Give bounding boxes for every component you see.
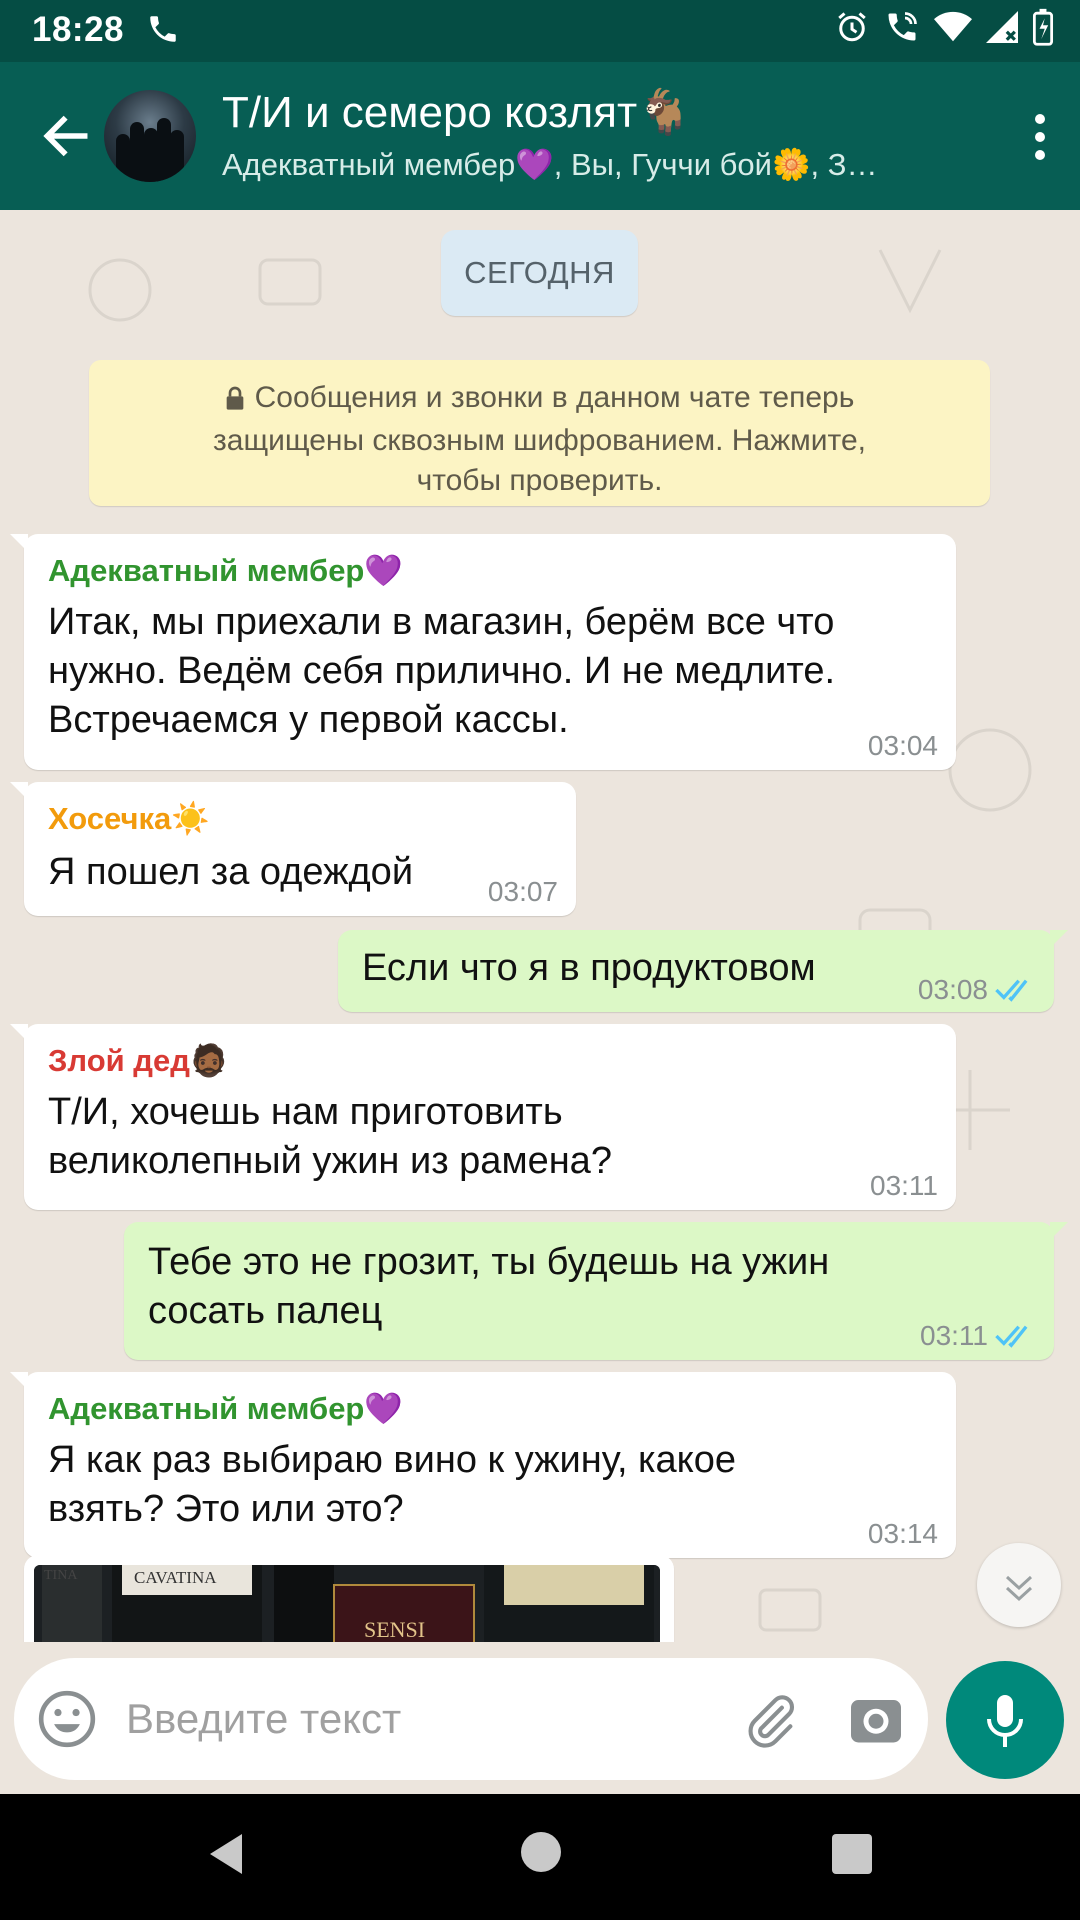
nav-home-icon[interactable] <box>521 1832 561 1872</box>
chat-participants[interactable]: Адекватный мембер💜, Вы, Гуччи бой🌼, З… <box>222 146 942 183</box>
message-text: Если что я в продуктовом <box>362 947 816 989</box>
read-ticks-icon <box>994 977 1036 1010</box>
nav-back-icon[interactable] <box>206 1832 246 1881</box>
incoming-message[interactable]: Хосечка☀️ Я пошел за одеждой 03:07 <box>10 782 576 916</box>
message-sender[interactable]: Хосечка☀️ <box>48 800 210 837</box>
message-text: Тебе это не грозит, ты будешь на ужин со… <box>148 1241 830 1332</box>
message-sender[interactable]: Адекватный мембер💜 <box>48 1390 403 1427</box>
encryption-notice[interactable]: Сообщения и звонки в данном чате теперь … <box>89 360 990 506</box>
group-avatar[interactable] <box>104 90 196 182</box>
double-chevron-down-icon <box>1005 1575 1033 1602</box>
system-navigation-bar <box>0 1794 1080 1920</box>
encryption-notice-line: Сообщения и звонки в данном чате теперь <box>254 381 855 414</box>
paperclip-icon[interactable] <box>742 1692 800 1750</box>
photo-label: TINA <box>44 1568 78 1583</box>
message-time: 03:11 <box>920 1320 988 1351</box>
chat-area[interactable]: СЕГОДНЯ Сообщения и звонки в данном чате… <box>0 210 1080 1665</box>
message-text: Итак, мы приехали в магазин, берём все ч… <box>48 601 836 741</box>
wine-photo[interactable]: TINA CAVATINA SENSI <box>34 1565 660 1645</box>
phone-call-icon <box>146 12 180 51</box>
more-options-icon[interactable] <box>1030 110 1050 166</box>
message-sender[interactable]: Адекватный мембер💜 <box>48 552 403 589</box>
battery-icon <box>1032 8 1054 51</box>
lock-icon <box>225 381 245 421</box>
incoming-message[interactable]: Злой дед🧔🏾 Т/И, хочешь нам приготовить в… <box>10 1024 956 1210</box>
status-time: 18:28 <box>32 10 125 49</box>
wifi-icon <box>934 10 972 49</box>
back-arrow-icon[interactable] <box>38 108 94 164</box>
encryption-notice-line: чтобы проверить. <box>416 464 663 497</box>
message-text: Я как раз выбираю вино к ужину, какое вз… <box>48 1439 736 1530</box>
alarm-icon <box>834 9 870 50</box>
chat-title[interactable]: Т/И и семеро козлят🐐 <box>222 86 692 138</box>
message-sender[interactable]: Злой дед🧔🏾 <box>48 1042 229 1079</box>
chat-header: Т/И и семеро козлят🐐 Адекватный мембер💜,… <box>0 62 1080 210</box>
photo-label: CAVATINA <box>134 1568 217 1587</box>
message-time: 03:08 <box>917 974 988 1005</box>
camera-icon[interactable] <box>846 1690 906 1750</box>
voice-message-button[interactable] <box>946 1661 1064 1779</box>
nav-recents-icon[interactable] <box>832 1834 872 1874</box>
microphone-icon <box>987 1695 1023 1747</box>
message-composer <box>14 1658 928 1780</box>
message-text: Т/И, хочешь нам приготовить великолепный… <box>48 1091 612 1182</box>
message-time: 03:07 <box>487 876 558 907</box>
photo-label: SENSI <box>364 1617 425 1642</box>
cell-signal-icon <box>986 10 1018 49</box>
status-bar: 18:28 <box>0 0 1080 62</box>
message-time: 03:11 <box>870 1170 938 1201</box>
outgoing-message[interactable]: Тебе это не грозит, ты будешь на ужин со… <box>124 1222 1068 1360</box>
message-input[interactable] <box>126 1686 716 1752</box>
message-text: Я пошел за одеждой <box>48 851 414 893</box>
scroll-to-bottom-button[interactable] <box>977 1543 1061 1627</box>
incoming-message[interactable]: Адекватный мембер💜 Я как раз выбираю вин… <box>10 1372 956 1558</box>
outgoing-message[interactable]: Если что я в продуктовом 03:08 <box>338 930 1068 1012</box>
emoji-icon[interactable] <box>36 1688 98 1750</box>
incoming-message[interactable]: Адекватный мембер💜 Итак, мы приехали в м… <box>10 534 956 770</box>
date-chip: СЕГОДНЯ <box>441 230 638 316</box>
message-time: 03:14 <box>867 1518 938 1549</box>
wifi-calling-icon <box>884 9 920 50</box>
message-time: 03:04 <box>867 730 938 761</box>
encryption-notice-line: защищены сквозным шифрованием. Нажмите, <box>213 424 866 457</box>
read-ticks-icon <box>994 1323 1036 1356</box>
